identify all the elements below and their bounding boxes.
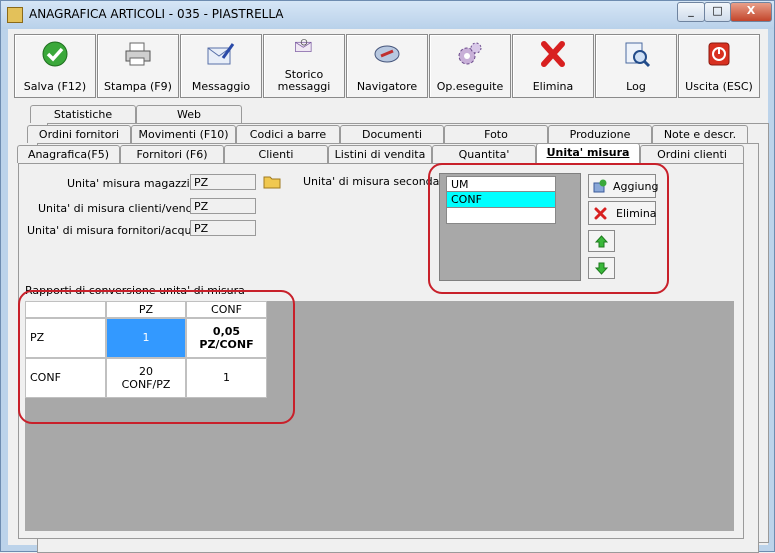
printer-icon	[125, 42, 151, 66]
tab-fornitori[interactable]: Fornitori (F6)	[120, 145, 224, 163]
tab-web[interactable]: Web	[136, 105, 242, 123]
log-button[interactable]: Log	[595, 34, 677, 98]
print-label: Stampa (F9)	[104, 80, 172, 93]
exit-button[interactable]: Uscita (ESC)	[678, 34, 760, 98]
highlight-ring-secondary-units	[428, 163, 669, 294]
gears-icon	[458, 42, 482, 65]
red-x-icon	[541, 41, 565, 67]
navigator-label: Navigatore	[356, 80, 418, 93]
power-icon	[708, 42, 730, 66]
supplier-unit-field[interactable]: PZ	[190, 220, 256, 236]
message-label: Messaggio	[191, 80, 251, 93]
tab-unita-misura[interactable]: Unita' misura	[536, 143, 640, 163]
magnifier-log-icon	[625, 42, 651, 68]
log-label: Log	[626, 80, 646, 93]
tab-codici-a-barre[interactable]: Codici a barre	[236, 125, 340, 143]
tab-anagrafica[interactable]: Anagrafica(F5)	[17, 145, 120, 163]
delete-button[interactable]: Elimina	[512, 34, 594, 98]
tab-clienti[interactable]: Clienti	[224, 145, 328, 163]
tab-produzione[interactable]: Produzione	[548, 125, 652, 143]
envelope-pen-icon	[207, 43, 235, 65]
operations-button[interactable]: Op.eseguite	[429, 34, 511, 98]
warehouse-unit-field[interactable]: PZ	[190, 174, 256, 190]
checkmark-icon	[42, 41, 68, 67]
message-button[interactable]: Messaggio	[180, 34, 262, 98]
highlight-ring-conversion	[18, 290, 295, 424]
tab-movimenti[interactable]: Movimenti (F10)	[131, 125, 236, 143]
print-button[interactable]: Stampa (F9)	[97, 34, 179, 98]
tab-quantita[interactable]: Quantita'	[432, 145, 536, 163]
tab-ordini-clienti[interactable]: Ordini clienti	[640, 145, 744, 163]
operations-label: Op.eseguite	[436, 80, 504, 93]
delete-label: Elimina	[532, 80, 574, 93]
minimize-button[interactable]: _	[677, 2, 705, 22]
save-label: Salva (F12)	[23, 80, 87, 93]
close-window-button[interactable]: X	[730, 2, 772, 22]
tab-ordini-fornitori[interactable]: Ordini fornitori	[27, 125, 131, 143]
save-button[interactable]: Salva (F12)	[14, 34, 96, 98]
maximize-button[interactable]: □	[704, 2, 731, 22]
folder-icon[interactable]	[263, 173, 281, 189]
message-history-button[interactable]: Storico messaggi	[263, 34, 345, 98]
title-bar[interactable]: ANAGRAFICA ARTICOLI - 035 - PIASTRELLA _…	[1, 1, 774, 29]
customer-unit-field[interactable]: PZ	[190, 198, 256, 214]
compass-icon	[374, 45, 400, 63]
tab-documenti[interactable]: Documenti	[340, 125, 444, 143]
tab-foto[interactable]: Foto	[444, 125, 548, 143]
toolbar: Salva (F12) Stampa (F9) Messaggio Storic…	[10, 31, 766, 98]
app-box-icon	[7, 7, 23, 23]
exit-label: Uscita (ESC)	[685, 80, 753, 93]
application-window: ANAGRAFICA ARTICOLI - 035 - PIASTRELLA _…	[0, 0, 775, 553]
window-title: ANAGRAFICA ARTICOLI - 035 - PIASTRELLA	[29, 7, 284, 21]
tab-note-e-descr[interactable]: Note e descr.	[652, 125, 748, 143]
tab-statistiche[interactable]: Statistiche	[30, 105, 136, 123]
tab-listini-di-vendita[interactable]: Listini di vendita	[328, 145, 432, 163]
envelope-search-icon	[295, 39, 312, 52]
customer-unit-label: Unita' di misura clienti/vendita :	[38, 202, 214, 215]
navigator-button[interactable]: Navigatore	[346, 34, 428, 98]
message-history-label: Storico messaggi	[277, 68, 331, 93]
